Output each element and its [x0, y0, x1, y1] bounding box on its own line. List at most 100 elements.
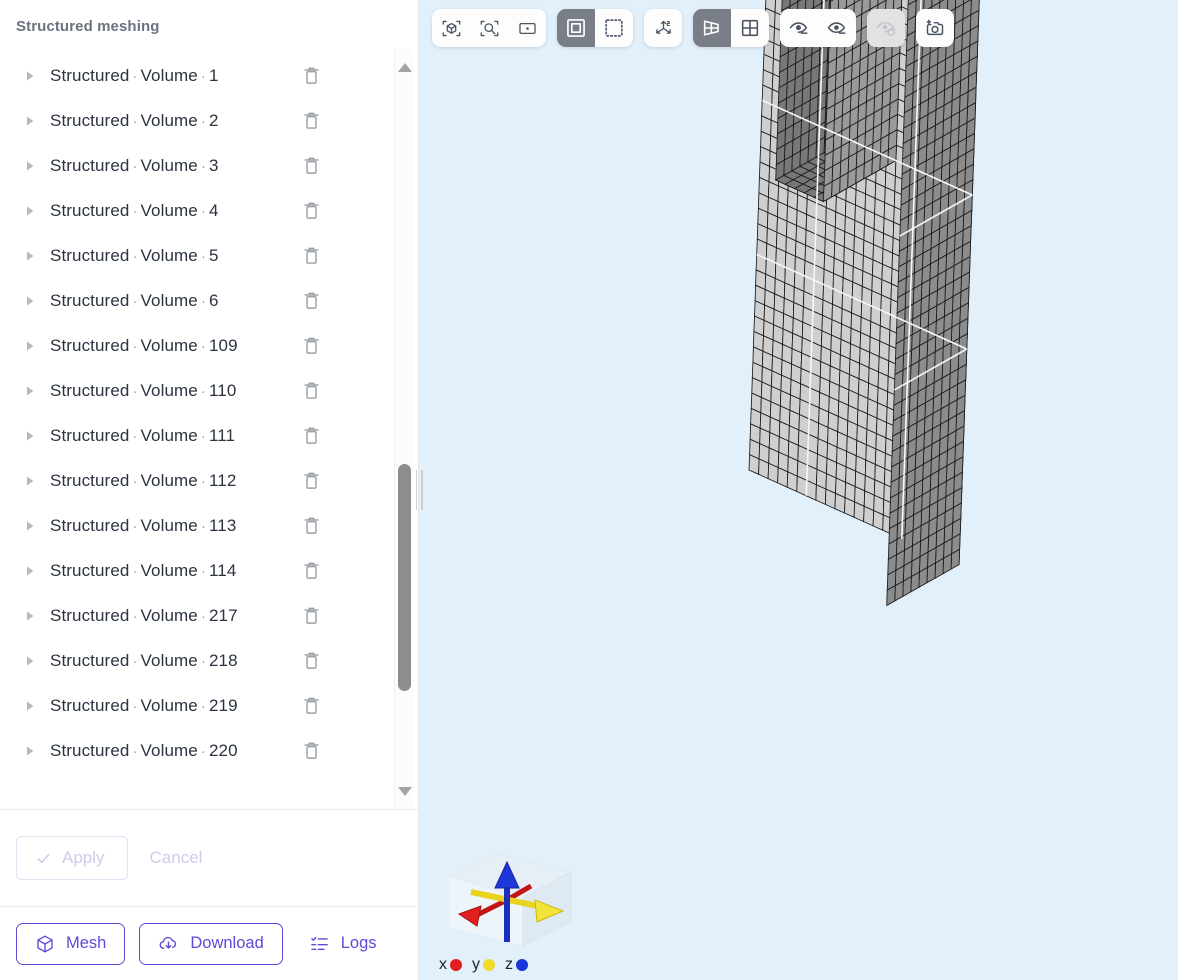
chevron-right-icon[interactable]	[22, 743, 38, 759]
axis-legend-label: y	[472, 956, 480, 974]
reset-axes-button[interactable]	[644, 9, 682, 47]
volume-tree-scroll-area[interactable]: Structured·Volume·1Structured·Volume·2St…	[0, 49, 418, 809]
delete-row-button[interactable]	[298, 603, 324, 629]
3d-viewport[interactable]: xyz	[419, 0, 1178, 980]
scrollbar-thumb[interactable]	[398, 464, 411, 691]
tree-row-kind: Structured	[50, 66, 129, 85]
chevron-right-icon[interactable]	[22, 68, 38, 84]
trash-icon	[302, 740, 321, 761]
tree-row[interactable]: Structured·Volume·112	[0, 458, 390, 503]
chevron-right-icon[interactable]	[22, 158, 38, 174]
box-select-button[interactable]	[595, 9, 633, 47]
tree-row[interactable]: Structured·Volume·114	[0, 548, 390, 593]
tree-row-separator: ·	[198, 518, 209, 535]
viewport-toolbar	[432, 9, 954, 47]
tree-row-entity: Volume	[141, 66, 198, 85]
trash-icon	[302, 110, 321, 131]
chevron-right-icon[interactable]	[22, 608, 38, 624]
orthographic-view-button[interactable]	[731, 9, 769, 47]
perspective-view-button[interactable]	[693, 9, 731, 47]
chevron-right-icon[interactable]	[22, 653, 38, 669]
chevron-right-icon[interactable]	[22, 518, 38, 534]
scroll-up-arrow[interactable]	[395, 57, 415, 77]
tree-row-separator: ·	[129, 743, 140, 760]
tree-row[interactable]: Structured·Volume·218	[0, 638, 390, 683]
cube-icon	[35, 934, 55, 954]
fit-to-screen-button[interactable]	[508, 9, 546, 47]
chevron-right-icon[interactable]	[22, 563, 38, 579]
delete-row-button[interactable]	[298, 513, 324, 539]
tree-row[interactable]: Structured·Volume·217	[0, 593, 390, 638]
hide-unselected-button[interactable]	[818, 9, 856, 47]
panel-resize-handle[interactable]	[412, 466, 426, 514]
single-select-button[interactable]	[557, 9, 595, 47]
tree-row[interactable]: Structured·Volume·219	[0, 683, 390, 728]
tree-row-label: Structured·Volume·114	[50, 561, 298, 581]
zoom-to-selection-button[interactable]	[470, 9, 508, 47]
tree-row-separator: ·	[198, 428, 209, 445]
trash-icon	[302, 380, 321, 401]
tree-row[interactable]: Structured·Volume·2	[0, 98, 390, 143]
delete-row-button[interactable]	[298, 378, 324, 404]
tree-row[interactable]: Structured·Volume·1	[0, 53, 390, 98]
scroll-down-arrow[interactable]	[395, 781, 415, 801]
delete-row-button[interactable]	[298, 693, 324, 719]
delete-row-button[interactable]	[298, 63, 324, 89]
delete-row-button[interactable]	[298, 423, 324, 449]
trash-icon	[302, 560, 321, 581]
chevron-right-icon[interactable]	[22, 383, 38, 399]
tree-row[interactable]: Structured·Volume·109	[0, 323, 390, 368]
chevron-right-icon[interactable]	[22, 338, 38, 354]
tree-row-entity: Volume	[141, 426, 198, 445]
mesh-button[interactable]: Mesh	[16, 923, 125, 965]
tree-row[interactable]: Structured·Volume·3	[0, 143, 390, 188]
apply-button-label: Apply	[62, 848, 105, 868]
cancel-button[interactable]: Cancel	[134, 836, 219, 880]
chevron-right-icon[interactable]	[22, 293, 38, 309]
logs-button-label: Logs	[341, 934, 377, 953]
delete-row-button[interactable]	[298, 288, 324, 314]
delete-row-button[interactable]	[298, 153, 324, 179]
delete-row-button[interactable]	[298, 558, 324, 584]
trash-icon	[302, 695, 321, 716]
chevron-right-icon[interactable]	[22, 428, 38, 444]
delete-row-button[interactable]	[298, 198, 324, 224]
axis-legend-x: x	[439, 956, 462, 974]
fit-to-object-button[interactable]	[432, 9, 470, 47]
delete-row-button[interactable]	[298, 648, 324, 674]
tree-row[interactable]: Structured·Volume·5	[0, 233, 390, 278]
tree-row[interactable]: Structured·Volume·220	[0, 728, 390, 773]
tree-row[interactable]: Structured·Volume·113	[0, 503, 390, 548]
apply-button[interactable]: Apply	[16, 836, 128, 880]
chevron-right-icon[interactable]	[22, 113, 38, 129]
chevron-right-icon[interactable]	[22, 473, 38, 489]
download-button[interactable]: Download	[139, 923, 282, 965]
tree-scrollbar[interactable]	[394, 49, 414, 809]
tree-row[interactable]: Structured·Volume·110	[0, 368, 390, 413]
trash-icon	[302, 470, 321, 491]
chevron-right-icon[interactable]	[22, 203, 38, 219]
delete-row-button[interactable]	[298, 243, 324, 269]
check-icon	[35, 850, 52, 867]
tree-row[interactable]: Structured·Volume·4	[0, 188, 390, 233]
trash-icon	[302, 515, 321, 536]
delete-row-button[interactable]	[298, 468, 324, 494]
axis-gizmo[interactable]: xyz	[435, 842, 585, 974]
hide-selected-button[interactable]	[780, 9, 818, 47]
delete-row-button[interactable]	[298, 108, 324, 134]
tree-row[interactable]: Structured·Volume·6	[0, 278, 390, 323]
delete-row-button[interactable]	[298, 738, 324, 764]
tree-row-kind: Structured	[50, 471, 129, 490]
screenshot-button[interactable]	[916, 9, 954, 47]
delete-row-button[interactable]	[298, 333, 324, 359]
chevron-right-icon[interactable]	[22, 248, 38, 264]
eye-minus-alt-icon	[826, 17, 848, 39]
logs-button[interactable]: Logs	[297, 923, 395, 965]
tree-row-separator: ·	[198, 113, 209, 130]
dashed-square-icon	[603, 17, 625, 39]
tree-row-kind: Structured	[50, 291, 129, 310]
chevron-right-icon[interactable]	[22, 698, 38, 714]
tree-row-kind: Structured	[50, 111, 129, 130]
perspective-grid-icon	[701, 17, 723, 39]
tree-row[interactable]: Structured·Volume·111	[0, 413, 390, 458]
